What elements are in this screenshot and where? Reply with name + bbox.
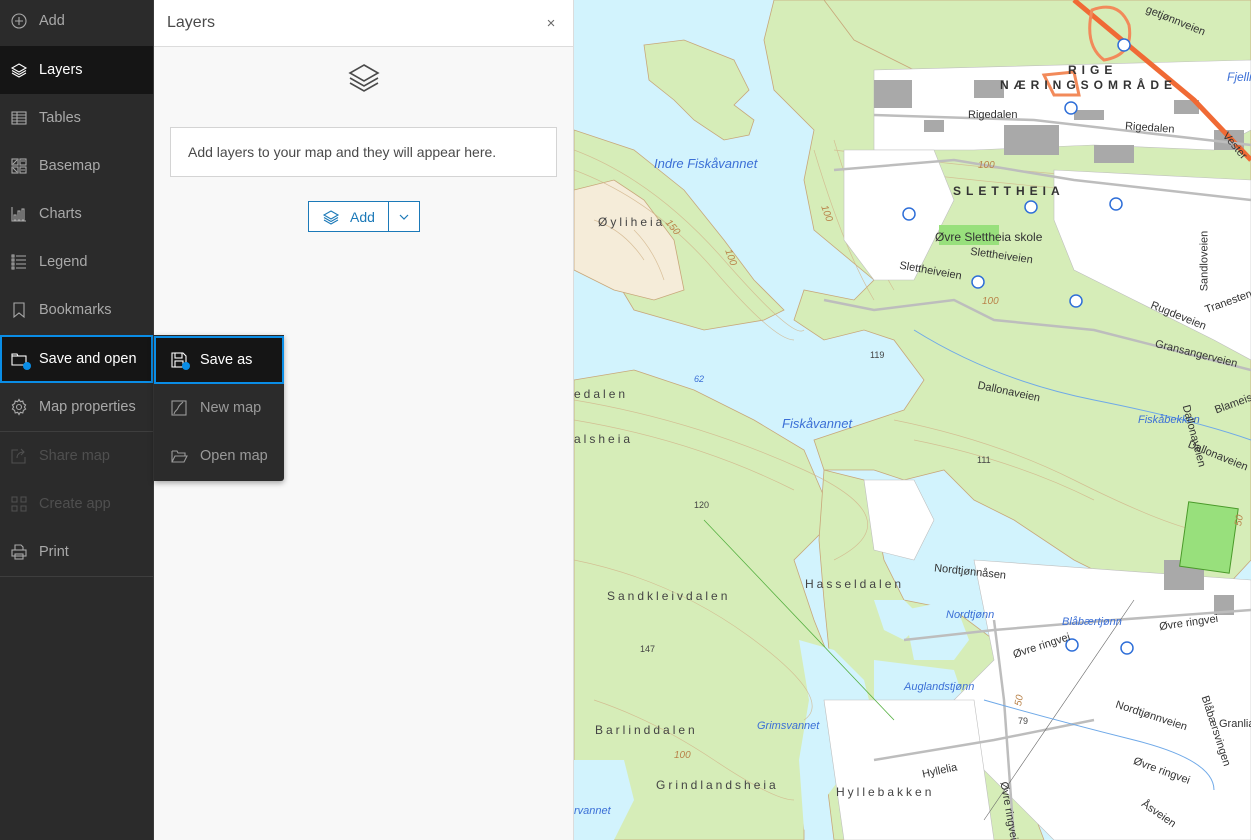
menu-item-save-as[interactable]: Save as — [154, 336, 284, 384]
apps-icon — [10, 495, 28, 513]
sidebar-item-bookmarks[interactable]: Bookmarks — [0, 286, 153, 334]
layers-icon — [10, 61, 28, 79]
menu-item-label: Save as — [200, 352, 253, 368]
school-grounds — [939, 225, 999, 245]
sidebar-item-label: Save and open — [39, 351, 137, 367]
divider — [0, 576, 153, 577]
sidebar-item-label: Print — [39, 544, 69, 560]
chart-icon — [10, 205, 28, 223]
sidebar-item-map-properties[interactable]: Map properties — [0, 383, 153, 431]
panel-header: Layers × — [154, 0, 573, 47]
add-split-button: Add — [308, 201, 420, 232]
sidebar-item-label: Map properties — [39, 399, 136, 415]
island — [643, 39, 755, 141]
urban-area-hyllebakken — [823, 699, 995, 840]
sidebar-item-label: Basemap — [39, 158, 101, 174]
menu-item-label: New map — [200, 400, 262, 416]
save-icon — [170, 351, 190, 370]
close-icon: × — [546, 14, 556, 32]
empty-message-text: Add layers to your map and they will app… — [188, 144, 497, 160]
add-circle-icon — [10, 12, 28, 30]
panel-title: Layers — [167, 14, 216, 31]
sidebar-item-print[interactable]: Print — [0, 528, 153, 576]
status-dot — [182, 362, 190, 370]
sidebar-item-share-map: Share map — [0, 432, 153, 480]
menu-item-label: Open map — [200, 448, 268, 464]
map-view[interactable]: Indre Fiskåvannet Fiskåvannet Fiskåbekke… — [574, 0, 1251, 840]
sidebar-item-charts[interactable]: Charts — [0, 190, 153, 238]
menu-item-open-map[interactable]: Open map — [154, 432, 284, 480]
sidebar: Add Layers Tables Basemap Charts Legend … — [0, 0, 154, 840]
sidebar-item-label: Share map — [39, 448, 110, 464]
folder-icon — [10, 350, 31, 370]
basemap-graphics — [574, 0, 1251, 840]
sidebar-item-label: Layers — [39, 62, 83, 78]
layers-icon — [348, 64, 380, 92]
add-layer-button[interactable]: Add — [309, 202, 389, 231]
sidebar-item-save-and-open[interactable]: Save and open — [0, 335, 153, 383]
sidebar-item-label: Add — [39, 13, 65, 29]
sidebar-item-add[interactable]: Add — [0, 0, 153, 45]
sidebar-item-label: Bookmarks — [39, 302, 112, 318]
sidebar-item-create-app: Create app — [0, 480, 153, 528]
open-folder-icon — [170, 447, 188, 465]
legend-icon — [10, 253, 28, 271]
share-icon — [10, 447, 28, 465]
new-map-icon — [170, 399, 188, 417]
sidebar-item-layers[interactable]: Layers — [0, 46, 153, 94]
empty-layers-message: Add layers to your map and they will app… — [170, 127, 557, 177]
sidebar-item-legend[interactable]: Legend — [0, 238, 153, 286]
table-icon — [10, 109, 28, 127]
add-dropdown-button[interactable] — [389, 202, 419, 231]
status-dot — [23, 362, 31, 370]
bookmark-icon — [10, 301, 28, 319]
sidebar-item-label: Charts — [39, 206, 82, 222]
print-icon — [10, 543, 28, 561]
chevron-down-icon — [399, 214, 409, 220]
sports-field — [1179, 501, 1239, 574]
sidebar-item-basemap[interactable]: Basemap — [0, 142, 153, 190]
add-button-label: Add — [350, 208, 375, 225]
sidebar-item-label: Create app — [39, 496, 111, 512]
gear-icon — [10, 398, 28, 416]
menu-item-new-map[interactable]: New map — [154, 384, 284, 432]
sidebar-item-tables[interactable]: Tables — [0, 94, 153, 142]
nordtjonn-lake — [904, 600, 969, 660]
sidebar-item-label: Tables — [39, 110, 81, 126]
sidebar-item-label: Legend — [39, 254, 88, 270]
close-panel-button[interactable]: × — [541, 13, 561, 33]
basemap-icon — [10, 157, 28, 175]
layers-icon — [322, 209, 340, 225]
save-open-flyout: Save as New map Open map — [154, 335, 284, 481]
